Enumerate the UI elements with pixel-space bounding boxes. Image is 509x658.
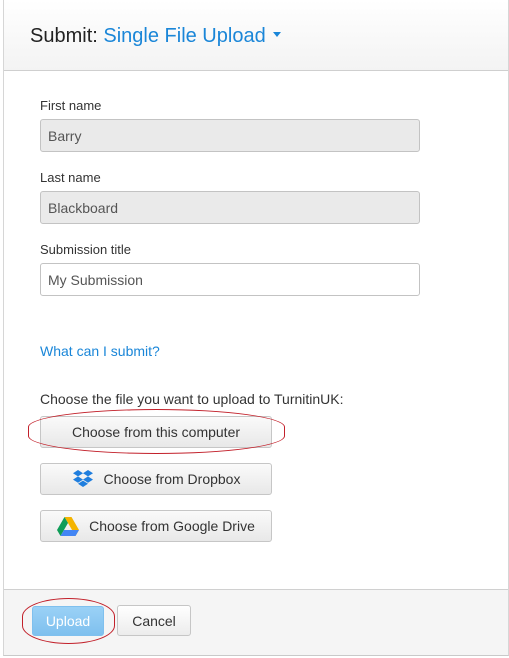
first-name-label: First name	[40, 98, 102, 113]
title-prefix: Submit:	[30, 25, 98, 47]
page-title: Submit: Single File Upload	[30, 25, 281, 48]
choose-from-google-drive-label: Choose from Google Drive	[89, 518, 255, 534]
submission-type-label: Single File Upload	[103, 25, 266, 47]
last-name-label: Last name	[40, 170, 101, 185]
what-can-i-submit-link[interactable]: What can I submit?	[40, 343, 160, 359]
submission-dialog: Submit: Single File Upload First name La…	[3, 0, 509, 656]
upload-prompt: Choose the file you want to upload to Tu…	[40, 391, 344, 407]
last-name-field[interactable]	[40, 191, 420, 224]
dropbox-icon	[72, 469, 94, 489]
chevron-down-icon	[272, 32, 281, 38]
dialog-header: Submit: Single File Upload	[4, 0, 508, 71]
choose-from-dropbox-button[interactable]: Choose from Dropbox	[40, 463, 272, 495]
upload-button[interactable]: Upload	[32, 606, 104, 636]
cancel-button[interactable]: Cancel	[117, 605, 191, 636]
choose-from-google-drive-button[interactable]: Choose from Google Drive	[40, 510, 272, 542]
google-drive-icon	[57, 516, 80, 536]
submission-title-label: Submission title	[40, 242, 132, 257]
submission-type-dropdown[interactable]: Single File Upload	[103, 25, 281, 47]
choose-from-dropbox-label: Choose from Dropbox	[103, 471, 241, 487]
choose-from-computer-button[interactable]: Choose from this computer	[40, 416, 272, 448]
submission-title-field[interactable]	[40, 263, 420, 296]
choose-from-computer-label: Choose from this computer	[71, 424, 241, 440]
first-name-field[interactable]	[40, 119, 420, 152]
